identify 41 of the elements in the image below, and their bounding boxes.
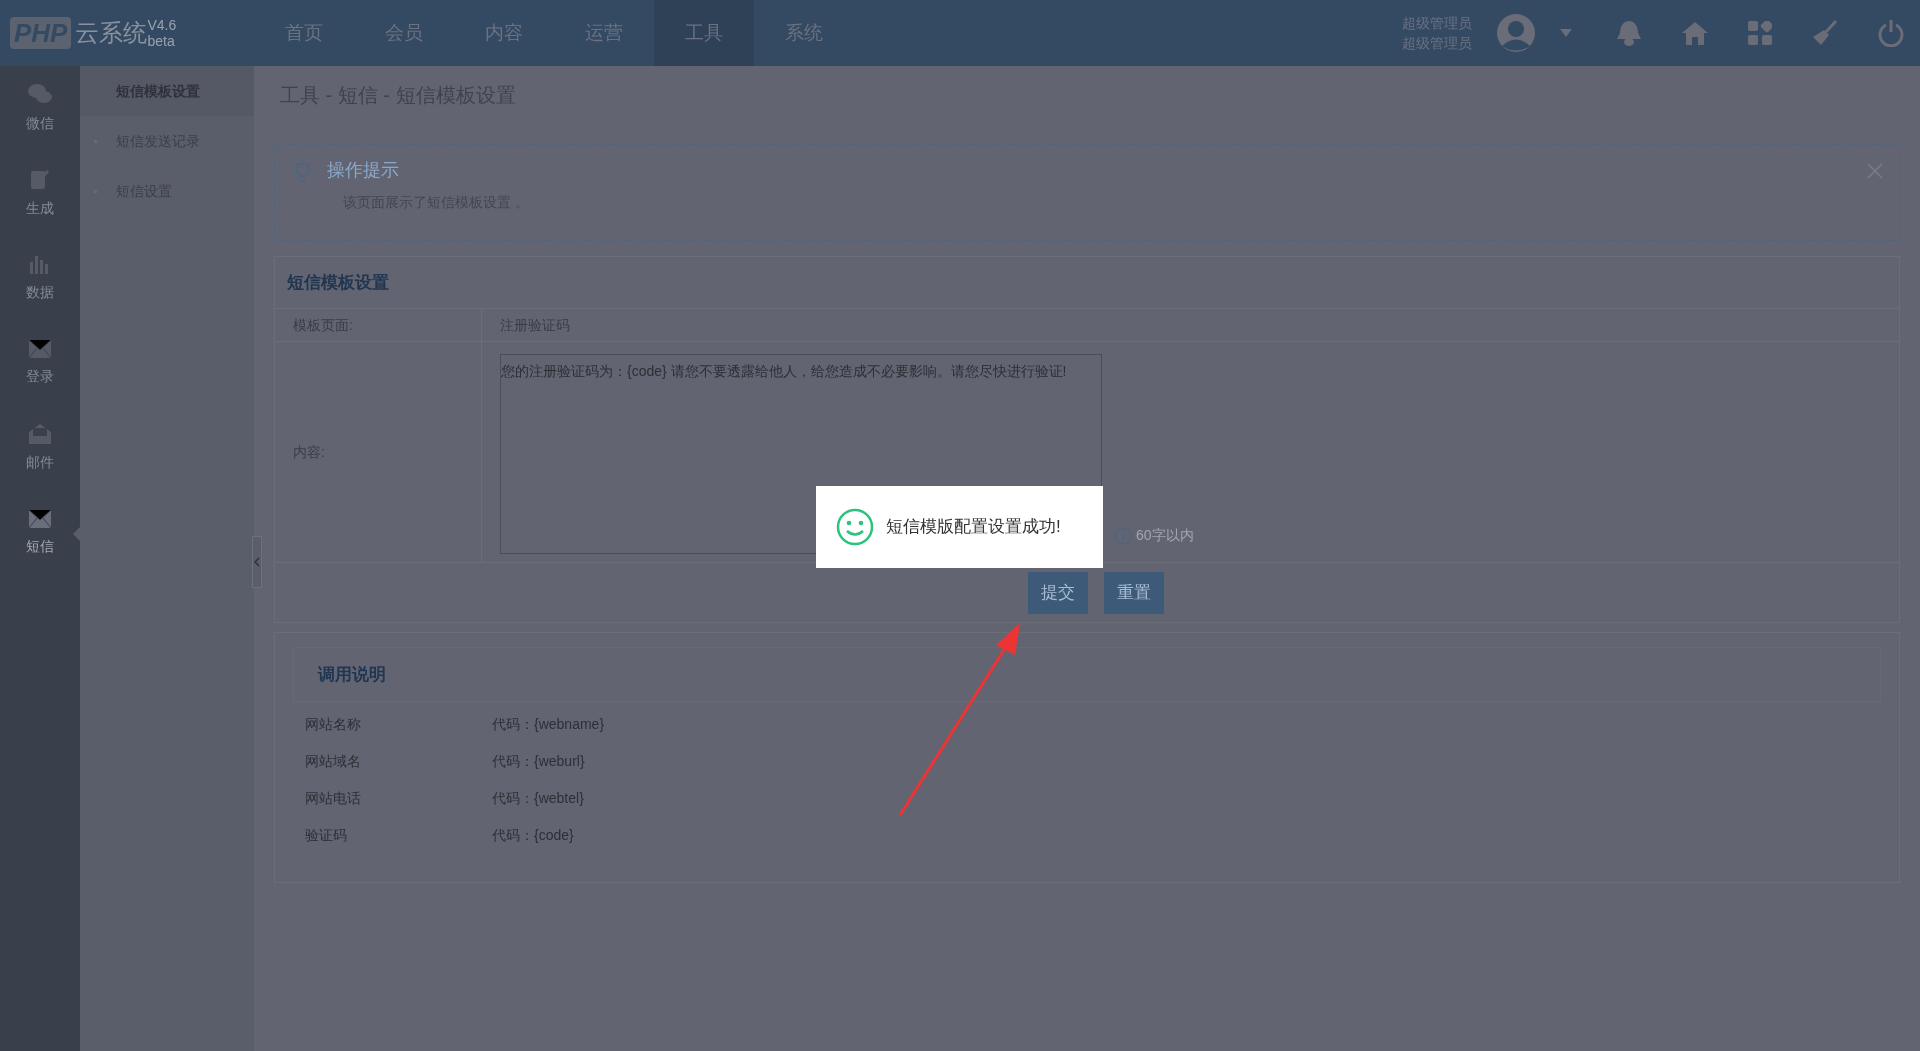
variable-code: 代码：{weburl} bbox=[492, 752, 585, 771]
sidebar-item[interactable]: 登录 bbox=[0, 321, 80, 406]
hint-text: 60字以内 bbox=[1136, 526, 1194, 545]
version-label: V4.6 bbox=[147, 17, 177, 33]
sidebar-item[interactable]: 数据 bbox=[0, 236, 80, 321]
variable-code: 代码：{code} bbox=[492, 826, 574, 845]
variable-name: 网站电话 bbox=[305, 789, 362, 808]
form-button[interactable]: 提交 bbox=[1028, 571, 1088, 614]
variable-name: 验证码 bbox=[305, 826, 348, 845]
chat-icon bbox=[28, 83, 52, 105]
home-icon[interactable] bbox=[1682, 21, 1708, 45]
close-icon[interactable] bbox=[1867, 162, 1883, 179]
nav-tab[interactable]: 工具 bbox=[654, 0, 754, 66]
sidebar-item[interactable]: 微信 bbox=[0, 66, 80, 151]
variable-name: 网站名称 bbox=[305, 715, 362, 734]
broom-icon[interactable] bbox=[1812, 20, 1838, 46]
variable-code: 代码：{webname} bbox=[492, 715, 605, 734]
smiley-icon bbox=[836, 508, 874, 546]
toast-message: 短信模版配置设置成功! bbox=[886, 516, 1061, 539]
form-button[interactable]: 重置 bbox=[1104, 571, 1164, 614]
sidebar-item[interactable]: 短信 bbox=[0, 491, 80, 576]
bell-icon[interactable] bbox=[1616, 19, 1642, 47]
envelope-icon bbox=[29, 340, 51, 358]
variable-code: 代码：{webtel} bbox=[492, 789, 584, 808]
grid-icon[interactable] bbox=[1748, 21, 1772, 45]
avatar-icon[interactable] bbox=[1496, 13, 1536, 53]
open-envelope-icon bbox=[29, 424, 51, 444]
edit-icon bbox=[30, 168, 50, 190]
sidebar-item[interactable]: 邮件 bbox=[0, 406, 80, 491]
bar-chart-icon bbox=[29, 254, 51, 274]
collapse-handle[interactable] bbox=[252, 536, 262, 588]
form-title: 短信模板设置 bbox=[275, 257, 1899, 309]
tip-title: 操作提示 bbox=[327, 159, 399, 182]
usage-title: 调用说明 bbox=[318, 663, 386, 686]
variable-name: 网站域名 bbox=[305, 752, 362, 771]
beta-label: beta bbox=[147, 33, 176, 49]
envelope-icon bbox=[29, 510, 51, 528]
caret-icon[interactable] bbox=[1560, 29, 1572, 37]
brand-name: 云系统 bbox=[75, 18, 148, 48]
sidebar-item[interactable]: 生成 bbox=[0, 151, 80, 236]
power-icon[interactable] bbox=[1878, 19, 1904, 47]
